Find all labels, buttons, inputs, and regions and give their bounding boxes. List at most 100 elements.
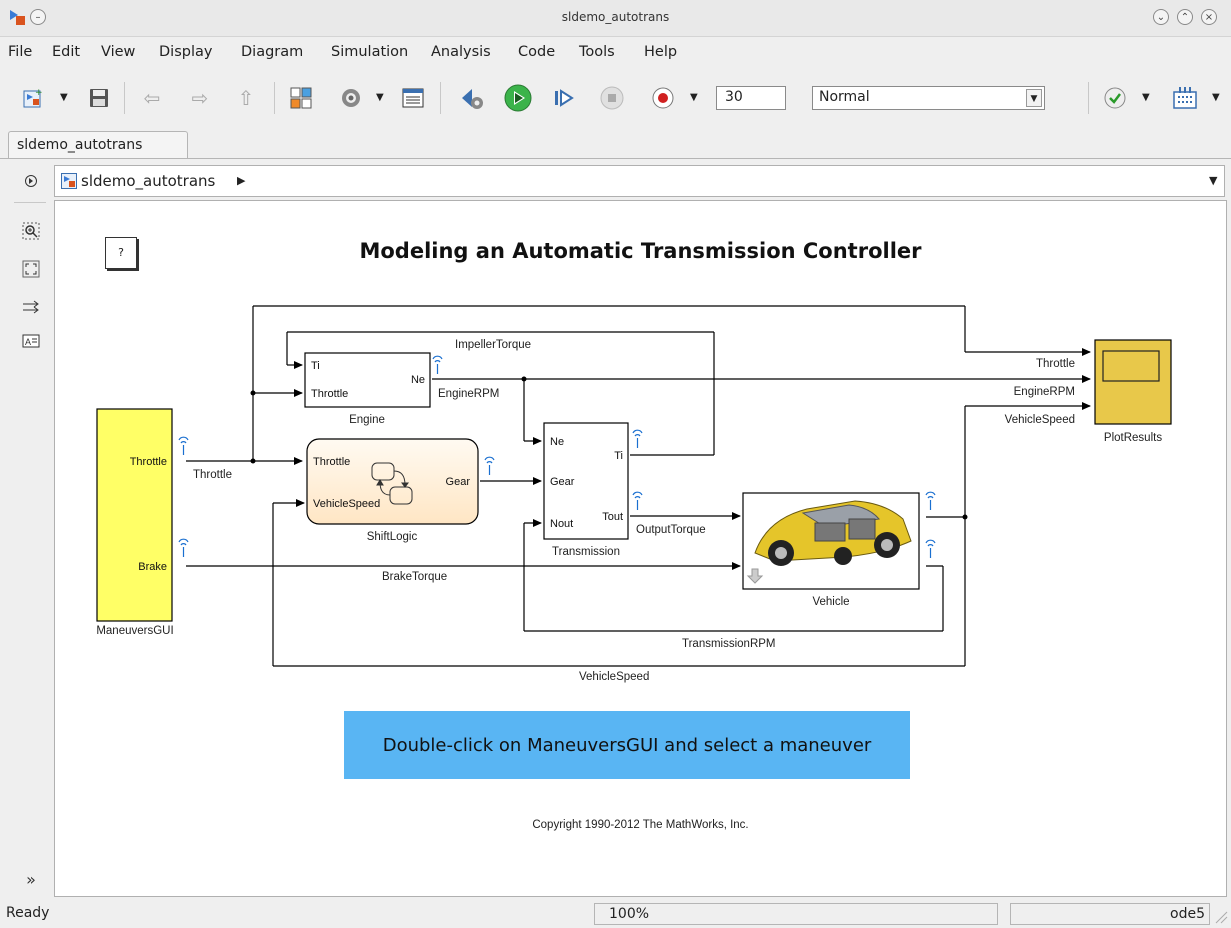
expand-icon[interactable]: » (20, 868, 42, 890)
check-icon[interactable] (1100, 82, 1130, 114)
menu-tools[interactable]: Tools (579, 44, 615, 60)
plot-throttle-label[interactable]: Throttle (1036, 358, 1075, 370)
menu-edit[interactable]: Edit (52, 44, 80, 60)
stop-icon[interactable] (596, 82, 628, 114)
record-dropdown-icon[interactable]: ▼ (690, 92, 698, 103)
maneuvers-port-brake: Brake (138, 561, 167, 573)
hide-browser-icon[interactable] (20, 170, 42, 192)
maneuvers-gui-label: ManeuversGUI (96, 625, 173, 637)
transmission-port-ne: Ne (550, 436, 564, 448)
breadcrumb-arrow-icon[interactable]: ▶ (237, 174, 245, 187)
tab-divider (0, 158, 1231, 159)
maneuvers-gui-block[interactable] (96, 408, 173, 622)
breadcrumb-path[interactable]: sldemo_autotrans (81, 172, 215, 190)
library-browser-icon[interactable] (286, 82, 316, 114)
logging-antenna-icon[interactable] (484, 456, 495, 475)
model-config-icon[interactable] (336, 82, 366, 114)
status-text: Ready (6, 905, 50, 921)
model-canvas[interactable]: ? Modeling an Automatic Transmission Con… (54, 200, 1227, 897)
signal-enginerpm-label[interactable]: EngineRPM (438, 388, 499, 400)
run-icon[interactable] (502, 82, 534, 114)
engine-port-ne: Ne (411, 374, 425, 386)
engine-label: Engine (349, 414, 385, 426)
shiftlogic-label: ShiftLogic (367, 531, 418, 543)
back-icon[interactable]: ⇦ (136, 82, 168, 114)
simulation-mode-value: Normal (819, 89, 870, 105)
forward-icon[interactable]: ⇨ (184, 82, 216, 114)
logging-antenna-icon[interactable] (432, 355, 443, 374)
logging-antenna-icon[interactable] (632, 429, 643, 448)
signal-impellertorque-label[interactable]: ImpellerTorque (455, 339, 531, 351)
transmission-port-nout: Nout (550, 518, 573, 530)
record-icon[interactable] (648, 82, 678, 114)
build-dropdown-icon[interactable]: ▼ (1212, 92, 1220, 103)
fit-to-view-icon[interactable] (20, 258, 42, 280)
chevron-down-icon[interactable]: ▼ (1026, 89, 1042, 107)
signal-braketorque-label[interactable]: BrakeTorque (382, 571, 447, 583)
scope-screen-icon (1102, 350, 1160, 382)
shiftlogic-port-vehiclespeed: VehicleSpeed (313, 498, 380, 510)
check-dropdown-icon[interactable]: ▼ (1142, 92, 1150, 103)
signal-outputtorque-label[interactable]: OutputTorque (636, 524, 706, 536)
menu-analysis[interactable]: Analysis (431, 44, 491, 60)
maneuvers-port-throttle: Throttle (130, 456, 167, 468)
transmission-port-gear: Gear (550, 476, 575, 488)
save-icon[interactable] (84, 82, 114, 114)
stop-time-input[interactable]: 30 (716, 86, 786, 110)
engine-port-throttle: Throttle (311, 388, 348, 400)
block-diagram: Throttle Brake ManeuversGUI Ti Throttle … (96, 305, 1172, 683)
logging-antenna-icon[interactable] (178, 538, 189, 557)
plot-enginerpm-label[interactable]: EngineRPM (1014, 386, 1075, 398)
toolbar: + ▼ ⇦ ⇨ ⇧ ▼ ▼ 30 Normal ▼ ▼ ▼ (0, 68, 1231, 128)
vehicle-label: Vehicle (812, 596, 849, 608)
logging-antenna-icon[interactable] (632, 491, 643, 510)
logging-antenna-icon[interactable] (925, 491, 936, 510)
up-icon[interactable]: ⇧ (230, 82, 262, 114)
solver-indicator[interactable]: ode5 (1010, 903, 1210, 925)
step-forward-icon[interactable] (548, 82, 580, 114)
shiftlogic-port-gear: Gear (446, 476, 471, 488)
maximize-icon[interactable]: ⌃ (1177, 9, 1193, 25)
breadcrumb[interactable]: sldemo_autotrans ▶ ▼ (54, 165, 1225, 197)
tab-sldemo-autotrans[interactable]: sldemo_autotrans (8, 131, 188, 159)
signal-throttle-label[interactable]: Throttle (193, 469, 232, 481)
model-config-dropdown-icon[interactable]: ▼ (376, 92, 384, 103)
menu-display[interactable]: Display (159, 44, 212, 60)
resize-grip-icon[interactable] (1214, 910, 1228, 924)
menu-code[interactable]: Code (518, 44, 555, 60)
model-explorer-icon[interactable] (398, 82, 428, 114)
minimize-icon[interactable]: ⌄ (1153, 9, 1169, 25)
menu-simulation[interactable]: Simulation (331, 44, 408, 60)
engine-port-ti: Ti (311, 360, 320, 372)
svg-text:+: + (35, 88, 43, 98)
signal-transmissionrpm-label[interactable]: TransmissionRPM (682, 638, 776, 650)
step-back-icon[interactable] (456, 82, 488, 114)
menu-help[interactable]: Help (644, 44, 677, 60)
shiftlogic-port-throttle: Throttle (313, 456, 350, 468)
build-icon[interactable] (1168, 82, 1202, 114)
logging-antenna-icon[interactable] (178, 436, 189, 455)
breadcrumb-dropdown-icon[interactable]: ▼ (1209, 174, 1217, 187)
transmission-port-ti: Ti (614, 450, 623, 462)
signal-vehiclespeed-label[interactable]: VehicleSpeed (579, 671, 649, 683)
maneuver-instruction-banner[interactable]: Double-click on ManeuversGUI and select … (344, 711, 910, 779)
new-model-icon[interactable]: + (18, 82, 48, 114)
menu-bar: File Edit View Display Diagram Simulatio… (0, 37, 1231, 67)
close-icon[interactable]: × (1201, 9, 1217, 25)
tab-label: sldemo_autotrans (17, 137, 143, 153)
menu-diagram[interactable]: Diagram (241, 44, 303, 60)
menu-view[interactable]: View (101, 44, 135, 60)
annotation-icon[interactable]: A (20, 330, 42, 352)
logging-antenna-icon[interactable] (925, 539, 936, 558)
plot-vehiclespeed-label[interactable]: VehicleSpeed (1005, 414, 1075, 426)
menu-file[interactable]: File (8, 44, 32, 60)
title-bar: – sldemo_autotrans ⌄ ⌃ × (0, 0, 1231, 37)
zoom-in-icon[interactable] (20, 220, 42, 242)
simulation-mode-select[interactable]: Normal ▼ (812, 86, 1045, 110)
svg-text:A: A (25, 337, 31, 347)
zoom-level[interactable]: 100% (594, 903, 998, 925)
status-bar: Ready 100% ode5 (0, 900, 1231, 928)
signal-routing-icon[interactable] (20, 296, 42, 318)
new-model-dropdown-icon[interactable]: ▼ (60, 92, 68, 103)
transmission-port-tout: Tout (602, 511, 623, 523)
